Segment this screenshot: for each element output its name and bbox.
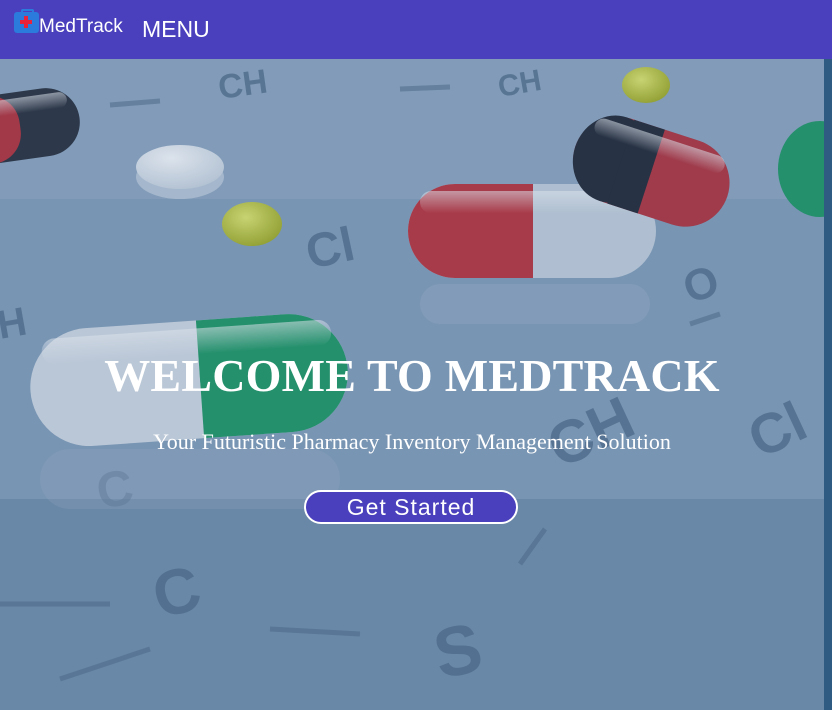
menu-button[interactable]: MENU <box>142 16 210 43</box>
top-navbar: MedTrack MENU <box>0 0 832 59</box>
hero-subtitle: Your Futuristic Pharmacy Inventory Manag… <box>153 429 671 454</box>
brand-name[interactable]: MedTrack <box>39 16 123 38</box>
hero-section: CH CH Cl O CH Cl C S H C WELCOME TO MEDT… <box>0 59 824 710</box>
medical-kit-icon <box>14 9 39 33</box>
get-started-button[interactable]: Get Started <box>304 490 518 524</box>
right-edge-strip <box>824 59 832 710</box>
hero-title: WELCOME TO MEDTRACK <box>104 350 720 401</box>
